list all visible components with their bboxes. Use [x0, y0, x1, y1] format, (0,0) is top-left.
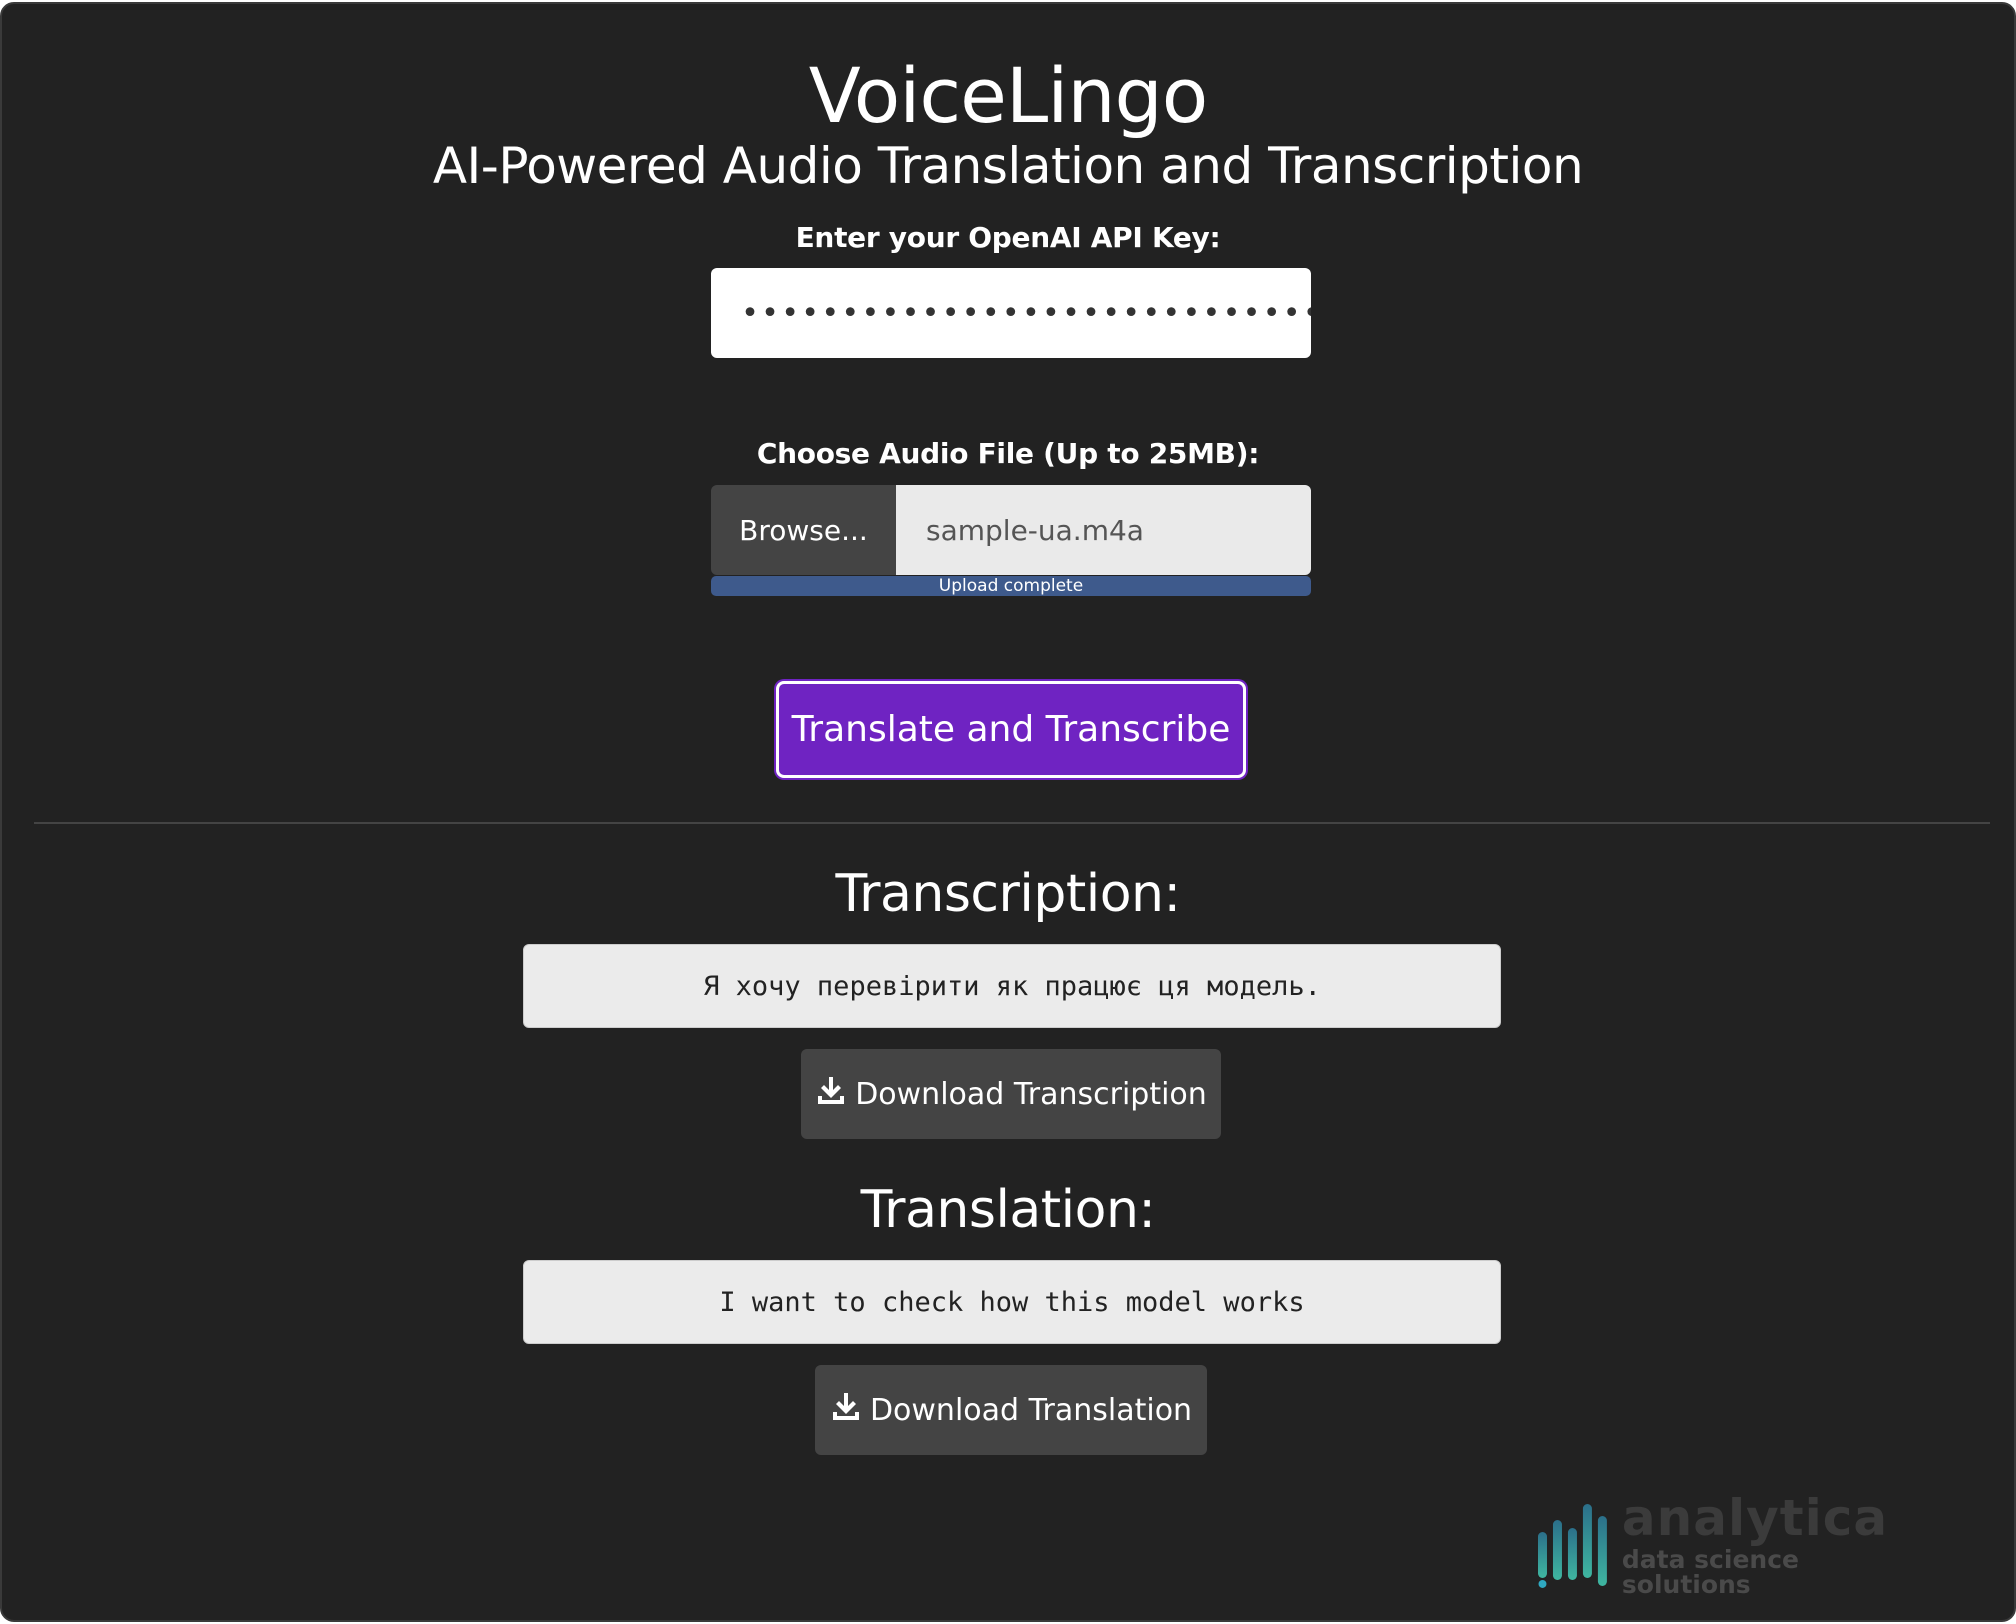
download-transcription-button[interactable]: Download Transcription	[801, 1049, 1221, 1139]
audio-file-label: Choose Audio File (Up to 25MB):	[756, 437, 1260, 470]
download-translation-button[interactable]: Download Translation	[815, 1365, 1207, 1455]
analytica-logo: analytica data science solutions	[1536, 1493, 1936, 1597]
file-name-display[interactable]: sample-ua.m4a	[896, 485, 1311, 575]
download-translation-label: Download Translation	[869, 1392, 1193, 1428]
upload-progress-bar: Upload complete	[711, 576, 1311, 596]
download-icon	[815, 1074, 847, 1114]
translation-heading: Translation:	[860, 1180, 1156, 1240]
browse-button[interactable]: Browse...	[711, 485, 896, 575]
api-key-input[interactable]: ••••••••••••••••••••••••••••••••	[711, 268, 1311, 358]
download-icon	[830, 1390, 862, 1430]
app-subtitle: AI-Powered Audio Translation and Transcr…	[432, 137, 1584, 195]
file-picker[interactable]: Browse... sample-ua.m4a	[711, 485, 1311, 575]
logo-tagline: data science solutions	[1621, 1545, 1799, 1599]
app-title: VoiceLingo	[808, 51, 1209, 140]
api-key-label: Enter your OpenAI API Key:	[795, 221, 1221, 254]
transcription-output[interactable]: Я хочу перевірити як працює ця модель.	[523, 944, 1501, 1028]
analytica-logo-icon	[1537, 1504, 1607, 1588]
divider	[34, 822, 1990, 824]
download-transcription-label: Download Transcription	[855, 1076, 1207, 1112]
transcription-heading: Transcription:	[835, 864, 1181, 924]
logo-wordmark: analytica	[1621, 1489, 1889, 1547]
upload-progress-text: Upload complete	[938, 576, 1084, 596]
translate-and-transcribe-button[interactable]: Translate and Transcribe	[776, 681, 1246, 778]
translation-output[interactable]: I want to check how this model works	[523, 1260, 1501, 1344]
app-window: VoiceLingo AI-Powered Audio Translation …	[0, 2, 2016, 1622]
